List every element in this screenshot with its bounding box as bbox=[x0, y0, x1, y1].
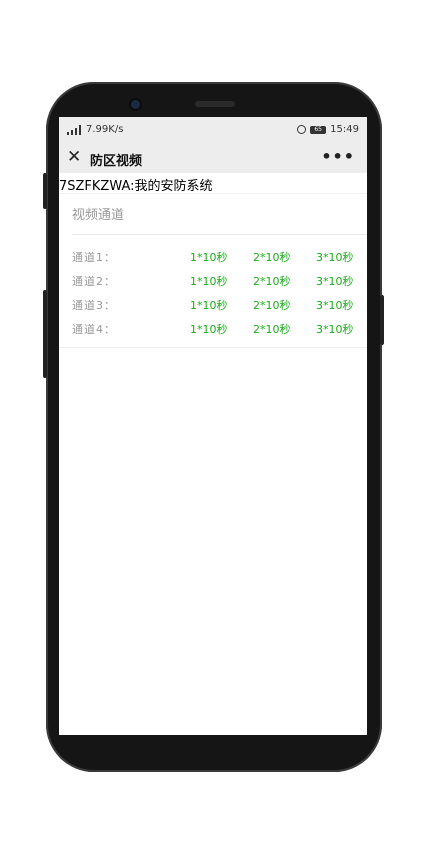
channel-row: 通道2： 1*10秒 2*10秒 3*10秒 bbox=[59, 269, 367, 293]
channel-4-30s-button[interactable]: 3*10秒 bbox=[316, 321, 354, 337]
channel-1-10s-button[interactable]: 1*10秒 bbox=[190, 249, 228, 265]
status-bar: 7.99K/s 65 15:49 bbox=[59, 117, 367, 143]
channel-label: 通道3： bbox=[72, 299, 116, 312]
close-icon[interactable]: ✕ bbox=[67, 149, 83, 166]
status-left: 7.99K/s bbox=[67, 124, 123, 135]
channel-3-20s-button[interactable]: 2*10秒 bbox=[253, 297, 291, 313]
channel-label: 通道1： bbox=[72, 251, 116, 264]
clock: 15:49 bbox=[330, 124, 359, 135]
screen: 7.99K/s 65 15:49 ✕ 防区视频 ••• 7SZFKZWA:我的安… bbox=[59, 117, 367, 735]
network-speed: 7.99K/s bbox=[86, 124, 124, 135]
channel-label: 通道4： bbox=[72, 323, 116, 336]
channel-3-10s-button[interactable]: 1*10秒 bbox=[190, 297, 228, 313]
channel-4-10s-button[interactable]: 1*10秒 bbox=[190, 321, 228, 337]
channel-3-30s-button[interactable]: 3*10秒 bbox=[316, 297, 354, 313]
divider bbox=[59, 193, 367, 194]
channel-2-30s-button[interactable]: 3*10秒 bbox=[316, 273, 354, 289]
channel-2-10s-button[interactable]: 1*10秒 bbox=[190, 273, 228, 289]
volume-down-key bbox=[43, 290, 47, 378]
channel-row: 通道3： 1*10秒 2*10秒 3*10秒 bbox=[59, 293, 367, 317]
more-icon[interactable]: ••• bbox=[321, 147, 355, 166]
page-title: 防区视频 bbox=[90, 154, 143, 169]
channel-row: 通道4： 1*10秒 2*10秒 3*10秒 bbox=[59, 317, 367, 341]
earpiece-speaker bbox=[195, 101, 235, 107]
volume-up-key bbox=[43, 173, 47, 209]
status-right: 65 15:49 bbox=[297, 124, 359, 135]
channel-1-20s-button[interactable]: 2*10秒 bbox=[253, 249, 291, 265]
power-key bbox=[380, 295, 384, 345]
nav-bar: ✕ 防区视频 ••• bbox=[59, 143, 367, 173]
signal-icon bbox=[67, 124, 83, 135]
front-camera bbox=[131, 100, 140, 109]
channel-4-20s-button[interactable]: 2*10秒 bbox=[253, 321, 291, 337]
divider bbox=[59, 347, 367, 348]
channel-1-30s-button[interactable]: 3*10秒 bbox=[316, 249, 354, 265]
channel-row: 通道1： 1*10秒 2*10秒 3*10秒 bbox=[59, 245, 367, 269]
channel-label: 通道2： bbox=[72, 275, 116, 288]
battery-icon: 65 bbox=[310, 125, 327, 134]
alarm-icon bbox=[297, 125, 307, 134]
divider bbox=[72, 234, 367, 235]
device-title: 7SZFKZWA:我的安防系统 bbox=[59, 179, 213, 194]
section-label: 视频通道 bbox=[72, 208, 125, 223]
channel-list: 通道1： 1*10秒 2*10秒 3*10秒 通道2： 1*10秒 2*10秒 … bbox=[59, 245, 367, 341]
channel-2-20s-button[interactable]: 2*10秒 bbox=[253, 273, 291, 289]
